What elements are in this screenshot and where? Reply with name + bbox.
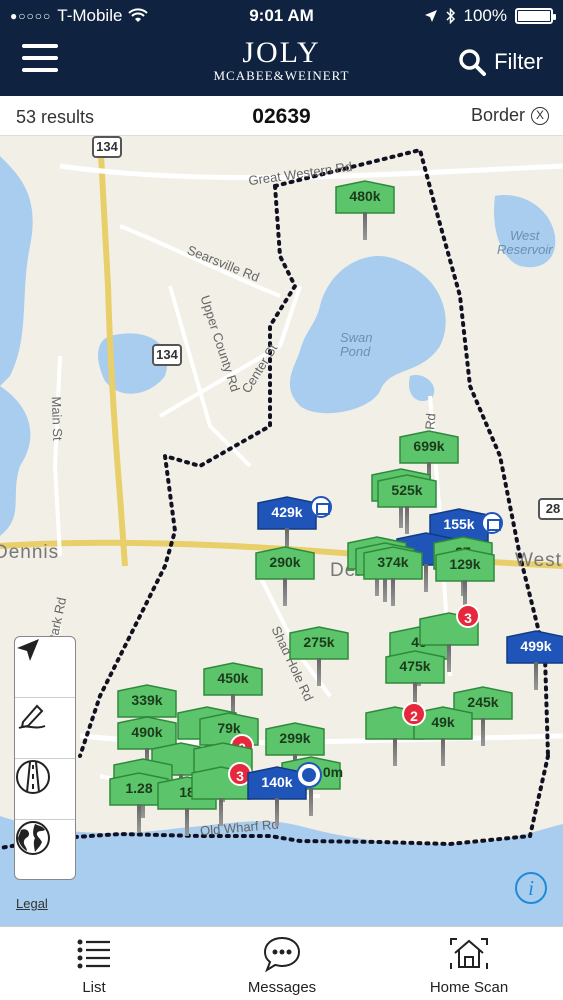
app-header: ●○○○○ T-Mobile 9:01 AM 100% JOLY MCABEE&… [0, 0, 563, 96]
water-label-west: West [510, 228, 540, 243]
tab-messages[interactable]: Messages [188, 927, 376, 1000]
current-location-marker [298, 764, 320, 786]
route-shield-134-north: 134 [92, 136, 122, 158]
water-label-pond: Pond [340, 344, 371, 359]
results-bar: 53 results 02639 Border X [0, 96, 563, 136]
map-view[interactable]: Great Western Rd Searsville Rd Upper Cou… [0, 136, 563, 926]
close-circle-icon: X [531, 106, 549, 125]
results-count: 53 results [16, 107, 95, 127]
status-bar: ●○○○○ T-Mobile 9:01 AM 100% [0, 0, 563, 32]
calendar-icon [481, 512, 503, 534]
listing-pin[interactable]: 129k [434, 548, 496, 610]
info-icon[interactable]: i [515, 872, 547, 904]
filter-label: Filter [494, 49, 543, 74]
tab-list-label: List [82, 979, 106, 996]
battery-icon [515, 8, 556, 24]
tab-messages-label: Messages [247, 979, 317, 996]
bottom-tab-bar: List Messages Home Scan [0, 926, 563, 1000]
search-icon [459, 49, 487, 76]
border-label: Border [470, 105, 525, 125]
listing-pin[interactable]: 480k [334, 180, 396, 242]
location-arrow-icon [424, 10, 437, 22]
road-label-rd: Rd [422, 412, 439, 431]
place-label-dennis: Dennis [0, 542, 60, 563]
draw-pencil-icon [18, 704, 46, 729]
calendar-icon [310, 496, 332, 518]
tab-home-scan-label: Home Scan [429, 979, 509, 996]
listing-pin-open-house[interactable]: 499k [505, 630, 563, 692]
listing-pin[interactable]: 374k [362, 546, 424, 608]
draw-area-button[interactable] [15, 698, 75, 759]
road-label-main-st: Main St [48, 396, 66, 441]
border-toggle-button[interactable]: Border X [471, 105, 549, 126]
chat-bubble-icon [263, 936, 301, 973]
listing-pin[interactable]: 290k [254, 546, 316, 608]
route-shield-134: 134 [152, 344, 182, 366]
filter-button[interactable]: Filter [458, 48, 543, 76]
road-icon [16, 760, 50, 794]
cluster-count-badge: 2 [402, 702, 426, 726]
map-tools-panel [14, 636, 76, 880]
water-label-swan: Swan [340, 330, 373, 345]
battery-percent: 100% [463, 6, 507, 25]
water-label-reservoir: Reservoir [497, 242, 553, 257]
cluster-count-badge: 3 [456, 604, 480, 628]
globe-icon [16, 821, 50, 855]
bluetooth-icon [445, 8, 455, 24]
place-label-west: West [515, 550, 562, 571]
map-style-road-button[interactable] [15, 759, 75, 820]
tab-home-scan[interactable]: Home Scan [375, 927, 563, 1000]
navigate-arrow-icon [17, 639, 39, 661]
tab-list[interactable]: List [0, 927, 188, 1000]
map-style-satellite-button[interactable] [15, 820, 75, 881]
navigate-button[interactable] [15, 637, 75, 698]
home-scan-icon [450, 938, 488, 969]
legal-link[interactable]: Legal [16, 896, 48, 911]
listing-pin[interactable]: 275k [288, 626, 350, 688]
route-shield-28: 28 [538, 498, 563, 520]
list-icon [77, 939, 110, 969]
